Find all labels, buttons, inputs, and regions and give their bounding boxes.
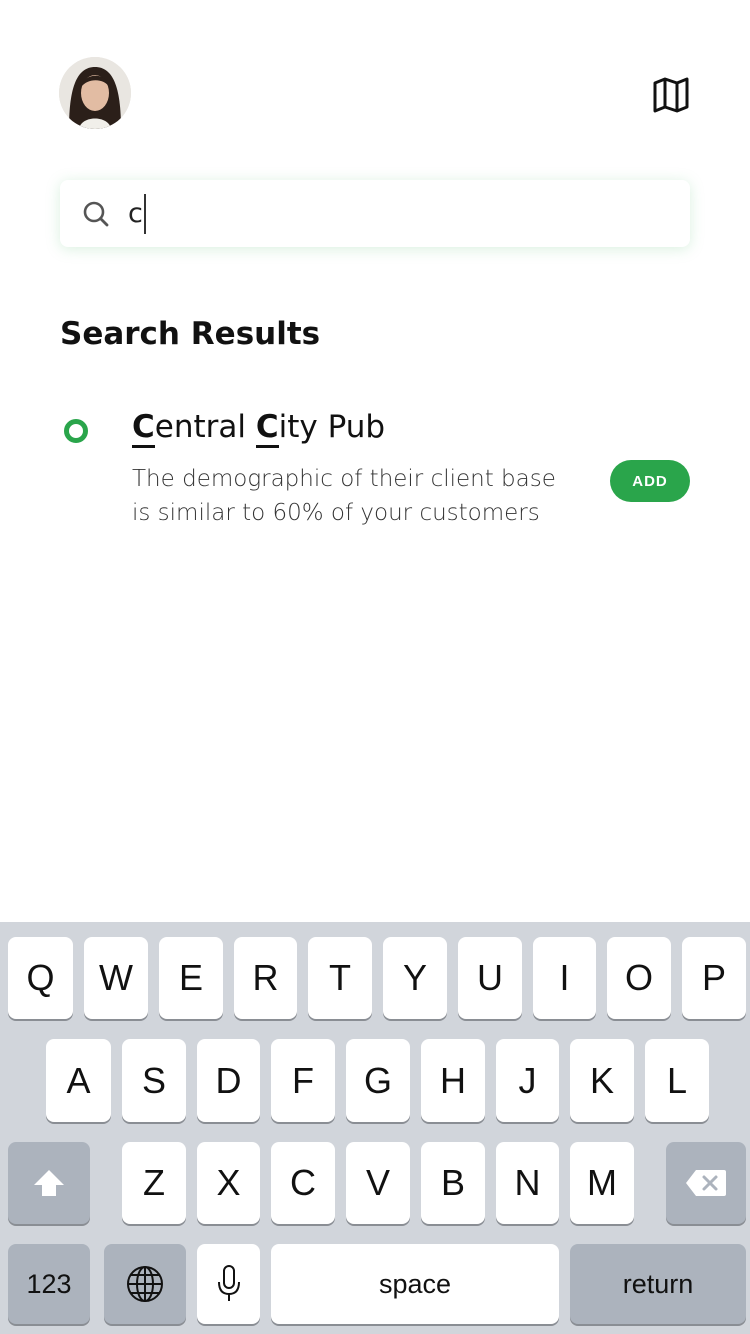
backspace-key[interactable] — [666, 1142, 746, 1224]
key-s[interactable]: S — [122, 1039, 186, 1122]
key-e[interactable]: E — [159, 937, 223, 1019]
result-title[interactable]: Central City Pub — [132, 409, 385, 448]
key-h[interactable]: H — [421, 1039, 485, 1122]
key-f[interactable]: F — [271, 1039, 335, 1122]
section-title: Search Results — [60, 316, 321, 352]
key-v[interactable]: V — [346, 1142, 410, 1224]
key-w[interactable]: W — [84, 937, 148, 1019]
microphone-icon — [217, 1265, 240, 1301]
globe-key[interactable] — [104, 1244, 186, 1324]
key-z[interactable]: Z — [122, 1142, 186, 1224]
key-g[interactable]: G — [346, 1039, 410, 1122]
key-a[interactable]: A — [46, 1039, 111, 1122]
key-b[interactable]: B — [421, 1142, 485, 1224]
shift-icon — [34, 1170, 64, 1196]
search-input[interactable]: c — [128, 194, 146, 234]
key-y[interactable]: Y — [383, 937, 447, 1019]
key-q[interactable]: Q — [8, 937, 73, 1019]
key-k[interactable]: K — [570, 1039, 634, 1122]
backspace-icon — [686, 1170, 726, 1196]
key-c[interactable]: C — [271, 1142, 335, 1224]
match-highlight: C — [132, 409, 155, 448]
key-l[interactable]: L — [645, 1039, 709, 1122]
key-m[interactable]: M — [570, 1142, 634, 1224]
key-u[interactable]: U — [458, 937, 522, 1019]
key-r[interactable]: R — [234, 937, 297, 1019]
key-d[interactable]: D — [197, 1039, 260, 1122]
key-p[interactable]: P — [682, 937, 746, 1019]
add-button[interactable]: ADD — [610, 460, 690, 502]
user-avatar-icon — [59, 57, 131, 129]
key-o[interactable]: O — [607, 937, 671, 1019]
keyboard: Q W E R T Y U I O P A S D F G H J K L Z … — [0, 922, 750, 1334]
avatar[interactable] — [59, 57, 131, 129]
map-button[interactable] — [650, 76, 692, 114]
space-key[interactable]: space — [271, 1244, 559, 1324]
map-icon — [653, 77, 689, 113]
key-n[interactable]: N — [496, 1142, 559, 1224]
microphone-key[interactable] — [197, 1244, 260, 1324]
match-highlight: C — [255, 409, 279, 448]
shift-key[interactable] — [8, 1142, 90, 1224]
globe-icon — [127, 1266, 163, 1302]
location-marker-icon — [64, 419, 88, 443]
key-i[interactable]: I — [533, 937, 596, 1019]
search-icon — [83, 201, 109, 227]
key-x[interactable]: X — [197, 1142, 260, 1224]
key-j[interactable]: J — [496, 1039, 559, 1122]
result-description: The demographic of their client base is … — [132, 466, 556, 526]
return-key[interactable]: return — [570, 1244, 746, 1324]
key-t[interactable]: T — [308, 937, 372, 1019]
search-bar[interactable]: c — [60, 180, 690, 247]
numbers-key[interactable]: 123 — [8, 1244, 90, 1324]
